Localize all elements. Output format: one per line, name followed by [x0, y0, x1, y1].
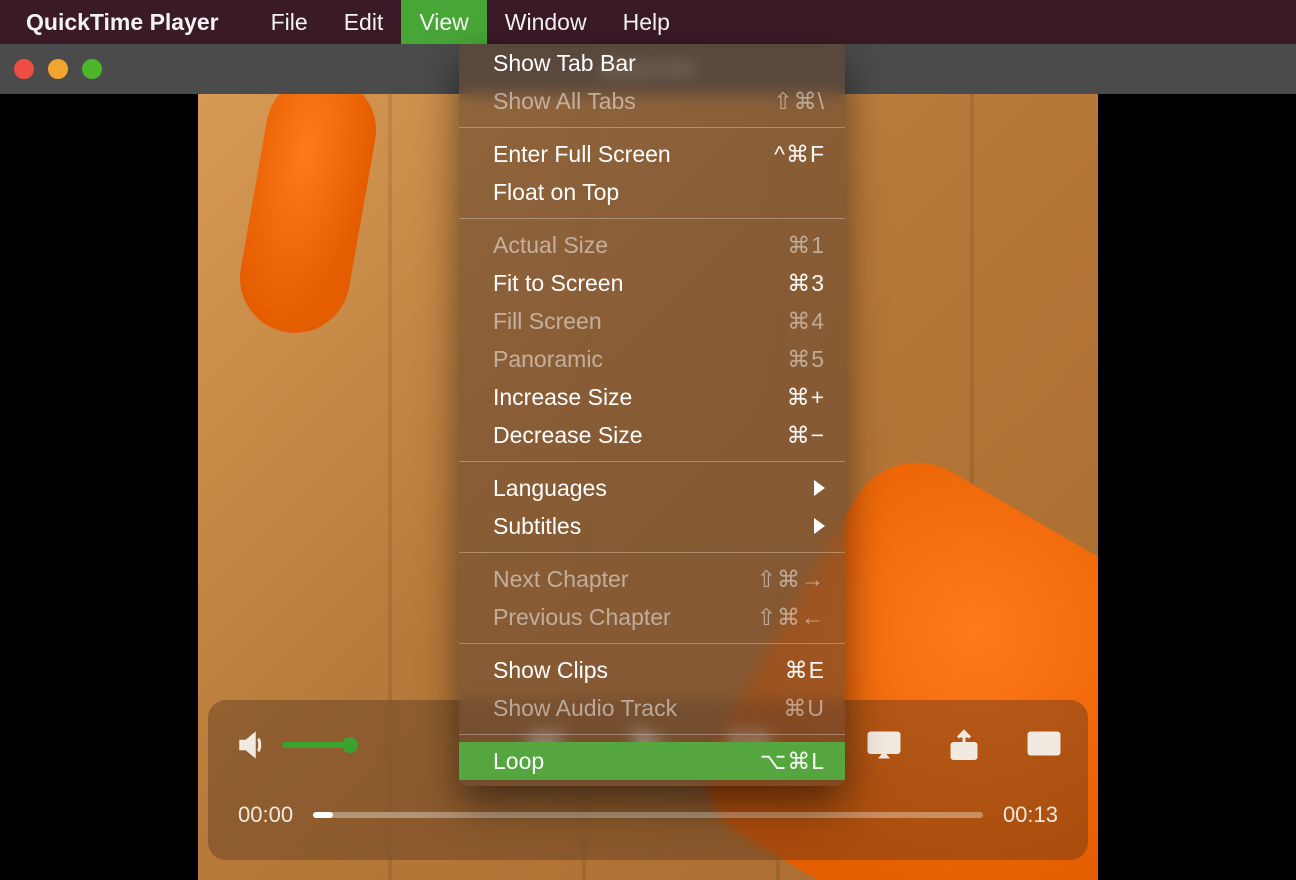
menu-item-label: Show Clips — [493, 657, 785, 684]
menu-edit[interactable]: Edit — [326, 0, 402, 44]
menu-shortcut: ⇧⌘\ — [773, 88, 825, 115]
menu-shortcut: ^⌘F — [774, 141, 825, 168]
menu-item-label: Languages — [493, 475, 814, 502]
menu-item-label: Fill Screen — [493, 308, 787, 335]
menu-item-label: Decrease Size — [493, 422, 787, 449]
menu-file[interactable]: File — [253, 0, 326, 44]
menu-shortcut: ⌘E — [785, 657, 825, 684]
menu-item-show-all-tabs: Show All Tabs⇧⌘\ — [459, 82, 845, 120]
menu-shortcut: ⌘+ — [787, 384, 825, 411]
menubar: QuickTime Player File Edit View Window H… — [0, 0, 1296, 44]
menu-separator — [459, 461, 845, 462]
menu-item-increase-size[interactable]: Increase Size⌘+ — [459, 378, 845, 416]
menu-shortcut: ⌘4 — [787, 308, 825, 335]
menu-item-label: Subtitles — [493, 513, 814, 540]
menu-item-subtitles[interactable]: Subtitles — [459, 507, 845, 545]
menu-item-label: Previous Chapter — [493, 604, 757, 631]
menu-shortcut: ⌘5 — [787, 346, 825, 373]
airplay-icon[interactable] — [866, 727, 902, 763]
menu-window[interactable]: Window — [487, 0, 605, 44]
close-window-button[interactable] — [14, 59, 34, 79]
menu-item-label: Show All Tabs — [493, 88, 773, 115]
menu-item-show-clips[interactable]: Show Clips⌘E — [459, 651, 845, 689]
menu-help[interactable]: Help — [605, 0, 688, 44]
menu-separator — [459, 643, 845, 644]
menu-separator — [459, 734, 845, 735]
menu-shortcut: ⌘− — [787, 422, 825, 449]
menu-item-panoramic: Panoramic⌘5 — [459, 340, 845, 378]
menu-shortcut: ⇧⌘→ — [757, 566, 825, 593]
app-name: QuickTime Player — [26, 9, 219, 36]
volume-slider[interactable] — [282, 742, 352, 748]
pip-icon[interactable] — [1026, 727, 1062, 763]
minimize-window-button[interactable] — [48, 59, 68, 79]
menu-item-next-chapter: Next Chapter⇧⌘→ — [459, 560, 845, 598]
volume-icon — [234, 727, 270, 763]
menu-item-label: Actual Size — [493, 232, 787, 259]
menu-shortcut: ⌘U — [783, 695, 825, 722]
menu-item-label: Loop — [493, 748, 760, 775]
menu-item-previous-chapter: Previous Chapter⇧⌘← — [459, 598, 845, 636]
menu-item-enter-full-screen[interactable]: Enter Full Screen^⌘F — [459, 135, 845, 173]
menu-shortcut: ⌘1 — [787, 232, 825, 259]
menu-item-label: Next Chapter — [493, 566, 757, 593]
menu-item-label: Show Tab Bar — [493, 50, 825, 77]
menu-item-languages[interactable]: Languages — [459, 469, 845, 507]
menu-item-label: Float on Top — [493, 179, 825, 206]
window-controls — [14, 59, 102, 79]
menu-item-label: Show Audio Track — [493, 695, 783, 722]
menu-view[interactable]: View — [401, 0, 486, 44]
menu-item-label: Increase Size — [493, 384, 787, 411]
menu-shortcut: ⌥⌘L — [760, 748, 825, 775]
elapsed-time: 00:00 — [238, 802, 293, 828]
menu-shortcut: ⇧⌘← — [757, 604, 825, 631]
menu-item-loop[interactable]: Loop⌥⌘L — [459, 742, 845, 780]
menu-separator — [459, 552, 845, 553]
progress-bar[interactable] — [313, 812, 983, 818]
menu-item-label: Enter Full Screen — [493, 141, 774, 168]
menu-item-fit-to-screen[interactable]: Fit to Screen⌘3 — [459, 264, 845, 302]
menu-item-decrease-size[interactable]: Decrease Size⌘− — [459, 416, 845, 454]
menu-separator — [459, 218, 845, 219]
menu-item-show-audio-track: Show Audio Track⌘U — [459, 689, 845, 727]
menu-item-show-tab-bar[interactable]: Show Tab Bar — [459, 44, 845, 82]
total-time: 00:13 — [1003, 802, 1058, 828]
submenu-arrow-icon — [814, 518, 825, 534]
menu-item-float-on-top[interactable]: Float on Top — [459, 173, 845, 211]
submenu-arrow-icon — [814, 480, 825, 496]
menu-item-fill-screen: Fill Screen⌘4 — [459, 302, 845, 340]
zoom-window-button[interactable] — [82, 59, 102, 79]
menu-separator — [459, 127, 845, 128]
view-menu-dropdown: Show Tab Bar Show All Tabs⇧⌘\ Enter Full S… — [459, 44, 845, 786]
menu-shortcut: ⌘3 — [787, 270, 825, 297]
menu-item-label: Panoramic — [493, 346, 787, 373]
menu-item-label: Fit to Screen — [493, 270, 787, 297]
volume-control[interactable] — [234, 727, 352, 763]
share-icon[interactable] — [946, 727, 982, 763]
menu-item-actual-size: Actual Size⌘1 — [459, 226, 845, 264]
